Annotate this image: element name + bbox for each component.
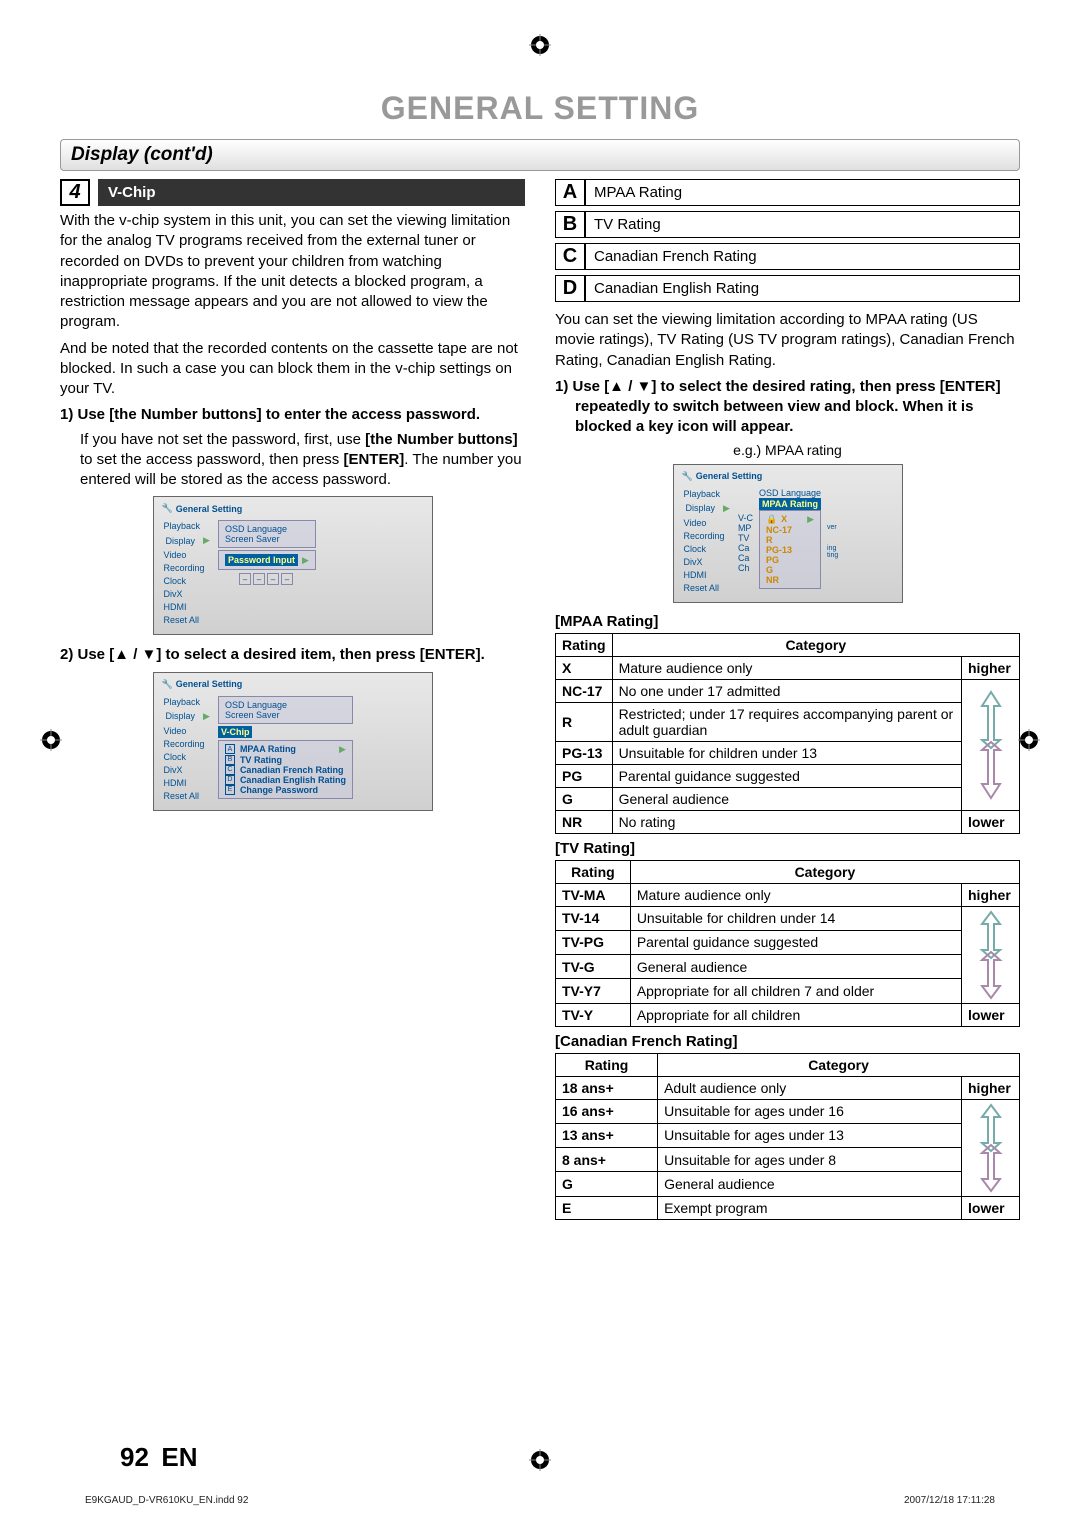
mpaa-title: [MPAA Rating] [555, 613, 1020, 630]
registration-mark-left [40, 729, 62, 751]
double-arrow-icon [978, 1103, 1004, 1193]
left-column: 4 V-Chip With the v-chip system in this … [60, 179, 525, 1224]
registration-mark-top [529, 34, 551, 56]
step-number: 4 [60, 179, 90, 206]
osd-mpaa: 🔧 General Setting Playback Display ▶ Vid… [673, 464, 903, 603]
registration-mark-right [1018, 729, 1040, 751]
tv-table: RatingCategory TV-MAMature audience only… [555, 860, 1020, 1027]
footer: 92 EN [120, 1442, 960, 1473]
osd-vchip: 🔧 General Setting Playback Display ▶ Vid… [153, 672, 433, 811]
page-lang: EN [161, 1442, 197, 1472]
right-column: AMPAA Rating BTV Rating CCanadian French… [555, 179, 1020, 1224]
vchip-intro-1: With the v-chip system in this unit, you… [60, 211, 525, 333]
right-step: 1) Use [▲ / ▼] to select the desired rat… [555, 377, 1020, 438]
option-b: BTV Rating [555, 211, 1020, 238]
txt: [ENTER] [343, 451, 404, 468]
substep-1: 1) Use [the Number buttons] to enter the… [60, 405, 525, 425]
print-date: 2007/12/18 17:11:28 [904, 1495, 995, 1506]
step-label: V-Chip [98, 179, 525, 206]
cfr-title: [Canadian French Rating] [555, 1033, 1020, 1050]
page-title: GENERAL SETTING [60, 90, 1020, 127]
option-a: AMPAA Rating [555, 179, 1020, 206]
section-bar: Display (cont'd) [60, 139, 1020, 171]
osd-left-menu: Playback Display ▶ Video Recording Clock… [162, 520, 214, 626]
right-intro: You can set the viewing limitation accor… [555, 310, 1020, 371]
osd-password: 🔧 General Setting Playback Display ▶ Vid… [153, 496, 433, 635]
page-number: 92 [120, 1442, 149, 1472]
txt: to set the access password, then press [80, 451, 343, 468]
mpaa-table: RatingCategory XMature audience onlyhigh… [555, 633, 1020, 834]
txt: If you have not set the password, first,… [80, 431, 365, 448]
vchip-intro-2: And be noted that the recorded contents … [60, 339, 525, 400]
txt: [the Number buttons] [365, 431, 517, 448]
option-list: AMPAA Rating BTV Rating CCanadian French… [555, 179, 1020, 302]
cfr-table: RatingCategory 18 ans+Adult audience onl… [555, 1053, 1020, 1220]
double-arrow-icon [978, 910, 1004, 1000]
option-d: DCanadian English Rating [555, 275, 1020, 302]
tv-title: [TV Rating] [555, 840, 1020, 857]
substep-2: 2) Use [▲ / ▼] to select a desired item,… [60, 645, 525, 665]
footer-meta: E9KGAUD_D-VR610KU_EN.indd 92 2007/12/18 … [85, 1495, 995, 1506]
step-4-header: 4 V-Chip [60, 179, 525, 206]
osd-window-title: 🔧 General Setting [158, 501, 428, 516]
file-name: E9KGAUD_D-VR610KU_EN.indd 92 [85, 1495, 248, 1506]
example-label: e.g.) MPAA rating [555, 442, 1020, 458]
option-c: CCanadian French Rating [555, 243, 1020, 270]
double-arrow-icon [978, 690, 1004, 800]
substep-1-body: If you have not set the password, first,… [60, 430, 525, 491]
